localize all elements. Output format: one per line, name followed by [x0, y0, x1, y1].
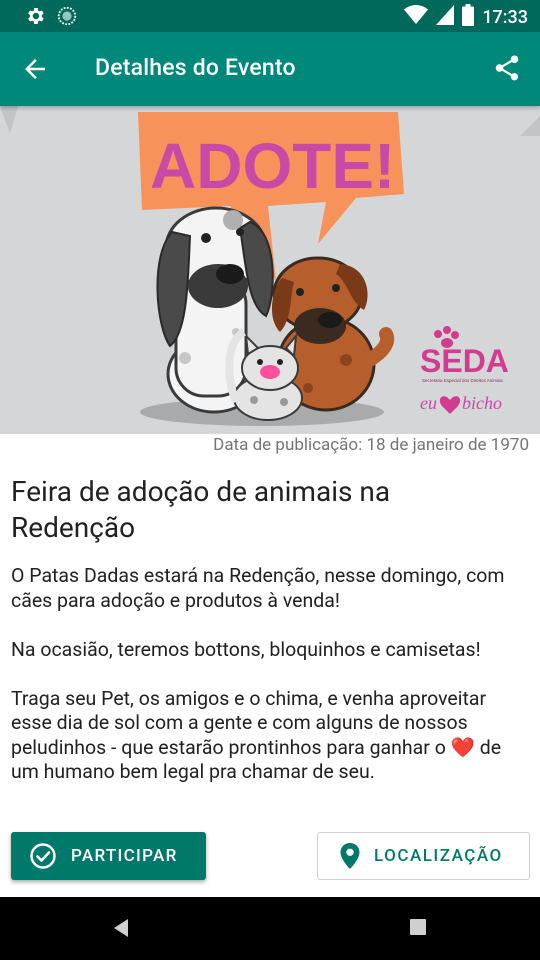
- localizacao-label: LOCALIZAÇÃO: [374, 846, 503, 866]
- wifi-icon: [404, 5, 429, 29]
- status-bar: 17:33: [0, 0, 540, 32]
- svg-text:bicho: bicho: [462, 393, 502, 413]
- battery-icon: [462, 4, 475, 30]
- sync-icon: [56, 5, 78, 31]
- arrow-back-icon[interactable]: [20, 54, 50, 84]
- svg-text:eu: eu: [420, 393, 437, 413]
- description-paragraph: Na ocasião, teremos bottons, bloquinhos …: [11, 637, 481, 661]
- participar-label: PARTICIPAR: [71, 846, 178, 866]
- share-icon[interactable]: [492, 53, 522, 83]
- description-paragraph: O Patas Dadas estará na Redenção, nesse …: [11, 564, 505, 612]
- page-title: Detalhes do Evento: [95, 54, 296, 81]
- banner-headline: ADOTE!: [150, 130, 395, 202]
- clock: 17:33: [482, 6, 528, 28]
- eu-ama-bicho-logo: eu bicho: [420, 393, 502, 414]
- check-circle-icon: [29, 842, 57, 870]
- signal-icon: [436, 5, 455, 29]
- nav-recents-icon[interactable]: [410, 919, 426, 935]
- event-description: O Patas Dadas estará na Redenção, nesse …: [11, 564, 531, 826]
- publication-date: Data de publicação: 18 de janeiro de 197…: [213, 435, 529, 455]
- location-pin-icon: [338, 842, 362, 870]
- seda-logo: SEDA Secretaria Especial dos Direitos An…: [420, 326, 509, 383]
- participar-button[interactable]: PARTICIPAR: [11, 832, 206, 880]
- gear-icon: [24, 5, 46, 31]
- description-paragraph: Traga seu Pet, os amigos e o chima, e ve…: [11, 686, 502, 784]
- heart-icon: [439, 396, 461, 414]
- svg-text:SEDA: SEDA: [420, 343, 509, 379]
- svg-text:Secretaria Especial dos Direit: Secretaria Especial dos Direitos Animais: [422, 378, 504, 383]
- event-banner-image: ADOTE! SEDA Secretaria Especial dos Dire…: [0, 106, 540, 434]
- system-nav-bar: [0, 897, 540, 960]
- event-title: Feira de adoção de animais na Redenção: [11, 475, 391, 544]
- nav-back-icon[interactable]: [112, 918, 130, 942]
- app-bar: Detalhes do Evento: [0, 32, 540, 106]
- localizacao-button[interactable]: LOCALIZAÇÃO: [317, 832, 530, 880]
